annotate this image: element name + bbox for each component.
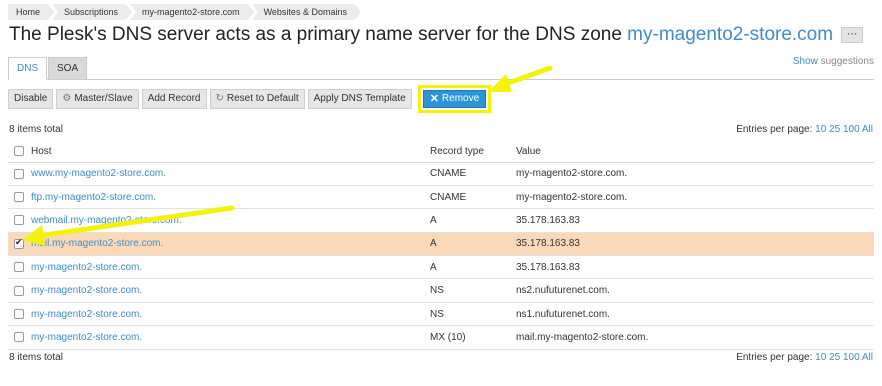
row-host-link[interactable]: webmail.my-magento2-store.com.	[31, 215, 182, 226]
show-suggestions-label: suggestions	[817, 56, 874, 67]
row-record-type: A	[430, 232, 516, 257]
table-row[interactable]: my-magento2-store.com. MX (10) mail.my-mag…	[8, 325, 874, 350]
table-row[interactable]: my-magento2-store.com. NS ns2.nufuturenet.…	[8, 278, 874, 303]
tab-soa[interactable]: SOA	[48, 57, 88, 80]
row-value: 35.178.163.83	[516, 208, 874, 233]
row-value: my-magento2-store.com.	[516, 162, 874, 186]
row-value: mail.my-magento2-store.com.	[516, 325, 874, 350]
row-value: ns2.nufuturenet.com.	[516, 278, 874, 303]
page-title-zone: my-magento2-store.com	[627, 24, 834, 45]
remove-button[interactable]: ✕ Remove	[422, 90, 487, 108]
header-host[interactable]: Host	[31, 141, 430, 163]
page-title-text: The Plesk's DNS server acts as a primary…	[9, 24, 628, 45]
reset-icon: ↻	[215, 93, 224, 104]
row-value: 35.178.163.83	[516, 232, 874, 257]
tab-bar: DNS SOA Show suggestions	[8, 56, 874, 80]
entries-option-10[interactable]: 10	[815, 124, 826, 135]
table-row[interactable]: my-magento2-store.com. A 35.178.163.83	[8, 255, 874, 280]
more-actions-button[interactable]: ···	[841, 27, 864, 43]
row-value: my-magento2-store.com.	[516, 185, 874, 210]
show-suggestions-link[interactable]: Show	[793, 56, 818, 67]
row-host-link[interactable]: www.my-magento2-store.com.	[31, 168, 166, 179]
master-slave-button[interactable]: ⚙ Master/Slave	[56, 89, 139, 109]
entries-label: Entries per page:	[736, 124, 813, 135]
row-host-link[interactable]: my-magento2-store.com.	[31, 332, 142, 343]
entries-option-100[interactable]: 100	[843, 352, 860, 363]
items-total-top: 8 items total	[9, 124, 63, 135]
row-record-type: A	[430, 208, 516, 233]
table-row[interactable]: ftp.my-magento2-store.com. CNAME my-magent…	[8, 185, 874, 210]
row-host-link[interactable]: my-magento2-store.com.	[31, 262, 142, 273]
row-checkbox[interactable]	[14, 192, 24, 203]
table-row[interactable]: my-magento2-store.com. NS ns1.nufuturenet.…	[8, 302, 874, 327]
reset-to-default-button[interactable]: ↻ Reset to Default	[209, 89, 305, 109]
select-all-checkbox[interactable]	[14, 146, 24, 157]
row-host-link[interactable]: ftp.my-magento2-store.com.	[31, 192, 156, 203]
add-record-button[interactable]: Add Record	[141, 89, 207, 109]
row-record-type: CNAME	[430, 185, 516, 210]
row-host-link[interactable]: my-magento2-store.com.	[31, 309, 142, 320]
row-checkbox[interactable]	[14, 262, 24, 273]
entries-option-10[interactable]: 10	[815, 352, 826, 363]
entries-option-25[interactable]: 25	[829, 124, 840, 135]
reset-default-label: Reset to Default	[226, 93, 299, 104]
row-record-type: NS	[430, 278, 516, 303]
row-value: 35.178.163.83	[516, 255, 874, 280]
remove-label: Remove	[441, 93, 480, 104]
entries-option-100[interactable]: 100	[843, 124, 860, 135]
table-header-row: Host Record type Value	[8, 141, 874, 163]
apply-template-label: Apply DNS Template	[313, 93, 406, 104]
row-checkbox[interactable]	[14, 309, 24, 320]
table-row[interactable]: www.my-magento2-store.com. CNAME my-magent…	[8, 162, 874, 186]
disable-label: Disable	[14, 93, 48, 104]
entries-per-page-bottom: Entries per page: 10 25 100 All	[736, 352, 873, 363]
disable-button[interactable]: Disable	[8, 89, 54, 109]
row-record-type: MX (10)	[430, 325, 516, 350]
row-checkbox[interactable]	[14, 215, 24, 226]
entries-option-all[interactable]: All	[862, 124, 873, 135]
row-checkbox[interactable]	[14, 332, 24, 343]
toolbar: Disable ⚙ Master/Slave Add Record ↻ Reset …	[8, 85, 492, 113]
row-record-type: CNAME	[430, 162, 516, 186]
row-checkbox[interactable]	[14, 168, 24, 179]
entries-per-page-top: Entries per page: 10 25 100 All	[736, 124, 873, 135]
entries-label: Entries per page:	[736, 352, 813, 363]
header-record-type[interactable]: Record type	[430, 141, 516, 163]
entries-option-25[interactable]: 25	[829, 352, 840, 363]
row-checkbox[interactable]	[14, 285, 24, 296]
master-slave-label: Master/Slave	[74, 93, 133, 104]
row-record-type: NS	[430, 302, 516, 327]
breadcrumb-subscriptions[interactable]: Subscriptions	[52, 4, 133, 20]
breadcrumb-websites-domains[interactable]: Websites & Domains	[251, 4, 362, 20]
row-host-link[interactable]: my-magento2-store.com.	[31, 285, 142, 296]
table-row[interactable]: webmail.my-magento2-store.com. A 35.178.16…	[8, 208, 874, 233]
row-checkbox[interactable]	[14, 237, 24, 249]
breadcrumb-domain[interactable]: my-magento2-store.com	[130, 4, 254, 20]
dns-records-table: Host Record type Value www.my-magento2-s…	[8, 141, 874, 350]
breadcrumb-home[interactable]: Home	[8, 4, 55, 20]
items-total-bottom: 8 items total	[9, 352, 63, 363]
table-row[interactable]: mail.my-magento2-store.com. A35.178.163.8…	[8, 232, 874, 257]
add-record-label: Add Record	[147, 93, 201, 104]
apply-dns-template-button[interactable]: Apply DNS Template	[307, 89, 412, 109]
remove-highlight-box: ✕ Remove	[417, 85, 492, 113]
tab-dns[interactable]: DNS	[8, 57, 48, 80]
header-value[interactable]: Value	[516, 141, 874, 163]
breadcrumb: Home Subscriptions my-magento2-store.com…	[8, 4, 362, 20]
row-host-link[interactable]: mail.my-magento2-store.com.	[31, 238, 163, 249]
close-icon: ✕	[429, 93, 439, 105]
page-title: The Plesk's DNS server acts as a primary…	[9, 24, 864, 46]
row-record-type: A	[430, 255, 516, 280]
gear-icon: ⚙	[62, 93, 72, 104]
row-value: ns1.nufuturenet.com.	[516, 302, 874, 327]
show-suggestions[interactable]: Show suggestions	[793, 56, 874, 67]
entries-option-all[interactable]: All	[862, 352, 873, 363]
